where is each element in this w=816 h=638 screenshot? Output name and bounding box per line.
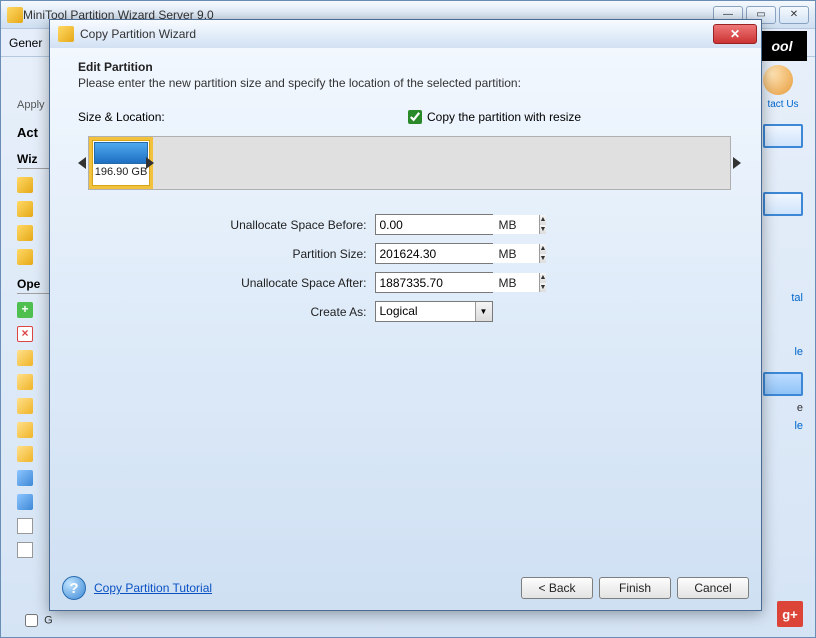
status-checkbox[interactable] [25, 614, 38, 627]
wizard-icon[interactable] [17, 225, 33, 241]
right-button[interactable] [763, 372, 803, 396]
status-bar: G [25, 614, 53, 627]
wizard-icon[interactable] [17, 177, 33, 193]
partition-bar[interactable]: 196.90 GB [78, 136, 741, 190]
copy-resize-checkbox[interactable]: Copy the partition with resize [408, 110, 581, 124]
folder-icon[interactable] [17, 374, 33, 390]
create-as-value: Logical [376, 302, 475, 321]
spin-down-icon[interactable]: ▼ [540, 254, 547, 264]
wizard-heading: Wiz [17, 152, 52, 169]
right-panel: tact Us tal le e le [763, 65, 803, 625]
actions-heading: Act [17, 125, 52, 140]
partition-size-label: Partition Size: [175, 247, 375, 261]
finish-button[interactable]: Finish [599, 577, 671, 599]
segment-label: 196.90 GB [92, 166, 150, 178]
create-as-select[interactable]: Logical ▼ [375, 301, 493, 322]
right-label: e [763, 402, 803, 414]
dialog-title: Copy Partition Wizard [80, 27, 713, 41]
dialog-titlebar[interactable]: Copy Partition Wizard ✕ [50, 20, 761, 48]
list-icon[interactable] [17, 518, 33, 534]
spin-up-icon[interactable]: ▲ [540, 215, 547, 225]
folder-icon[interactable] [17, 398, 33, 414]
list-icon[interactable] [17, 542, 33, 558]
avatar-icon [763, 65, 793, 95]
partition-track[interactable]: 196.90 GB [88, 136, 731, 190]
contact-link[interactable]: tact Us [763, 99, 803, 110]
resize-handle-icon[interactable] [146, 157, 154, 169]
status-label: G [44, 614, 53, 626]
right-label: tal [763, 292, 803, 304]
spin-down-icon[interactable]: ▼ [540, 283, 547, 293]
copy-resize-label: Copy the partition with resize [427, 110, 581, 124]
menu-general[interactable]: Gener [9, 36, 42, 50]
tutorial-link[interactable]: Copy Partition Tutorial [94, 581, 212, 595]
spin-down-icon[interactable]: ▼ [540, 225, 547, 235]
delete-icon[interactable]: × [17, 326, 33, 342]
create-as-label: Create As: [175, 305, 375, 319]
back-button[interactable]: < Back [521, 577, 593, 599]
unalloc-before-input[interactable]: ▲▼ [375, 214, 493, 235]
wizard-icon[interactable] [17, 249, 33, 265]
folder-icon[interactable] [17, 446, 33, 462]
arrow-right-icon [733, 157, 741, 169]
spin-up-icon[interactable]: ▲ [540, 244, 547, 254]
drive-icon[interactable] [17, 470, 33, 486]
unit-label: MB [499, 218, 517, 232]
section-subheading: Please enter the new partition size and … [78, 76, 741, 90]
unalloc-after-label: Unallocate Space After: [175, 276, 375, 290]
google-plus-icon[interactable]: g+ [777, 601, 803, 627]
app-icon [7, 7, 23, 23]
right-label: le [763, 346, 803, 358]
dialog-close-button[interactable]: ✕ [713, 24, 757, 44]
drive-icon[interactable] [17, 494, 33, 510]
close-button[interactable]: ✕ [779, 6, 809, 24]
arrow-left-icon [78, 157, 86, 169]
wizard-icon[interactable] [17, 201, 33, 217]
partition-size-input[interactable]: ▲▼ [375, 243, 493, 264]
chevron-down-icon[interactable]: ▼ [475, 302, 492, 321]
section-heading: Edit Partition [78, 60, 741, 74]
unalloc-after-input[interactable]: ▲▼ [375, 272, 493, 293]
cancel-button[interactable]: Cancel [677, 577, 749, 599]
apply-label[interactable]: Apply [17, 99, 52, 111]
size-location-label: Size & Location: [78, 110, 408, 124]
help-icon[interactable]: ? [62, 576, 86, 600]
copy-partition-dialog: Copy Partition Wizard ✕ Edit Partition P… [49, 19, 762, 611]
plus-icon[interactable]: + [17, 302, 33, 318]
folder-icon[interactable] [17, 422, 33, 438]
right-button[interactable] [763, 192, 803, 216]
operations-heading: Ope [17, 277, 52, 294]
partition-segment[interactable]: 196.90 GB [89, 137, 153, 189]
folder-icon[interactable] [17, 350, 33, 366]
brand-logo: ool [757, 31, 807, 61]
segment-fill [94, 142, 148, 164]
copy-resize-input[interactable] [408, 110, 422, 124]
unalloc-before-label: Unallocate Space Before: [175, 218, 375, 232]
left-panel: Apply Act Wiz Ope + × [17, 81, 52, 625]
spin-up-icon[interactable]: ▲ [540, 273, 547, 283]
unit-label: MB [499, 247, 517, 261]
right-label: le [763, 420, 803, 432]
unit-label: MB [499, 276, 517, 290]
right-button[interactable] [763, 124, 803, 148]
dialog-icon [58, 26, 74, 42]
